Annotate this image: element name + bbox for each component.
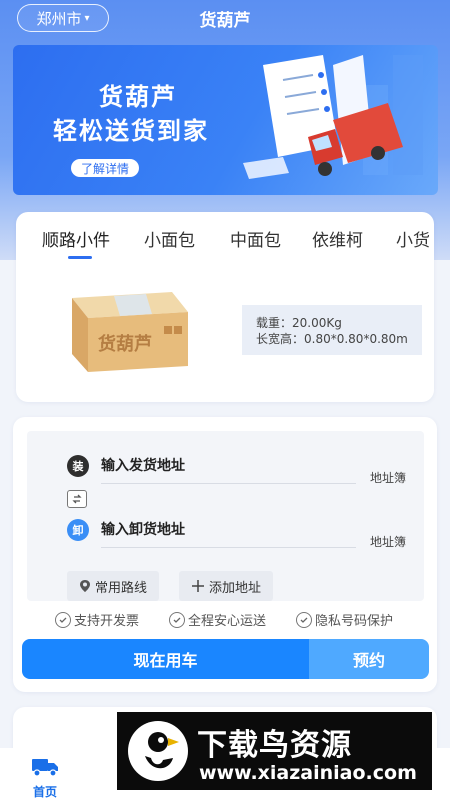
location-pin-icon [79, 579, 91, 593]
learn-more-button[interactable]: 了解详情 [71, 159, 140, 177]
banner-title: 货葫芦 [99, 83, 177, 111]
load-address-input[interactable]: 输入发货地址 [101, 455, 185, 475]
truck-icon [32, 759, 58, 777]
reserve-button[interactable]: 预约 [309, 639, 429, 679]
bird-logo-icon [128, 721, 188, 781]
tab-yiweike[interactable]: 依维柯 [312, 226, 363, 251]
vehicle-tabs: 顺路小件 小面包 中面包 依维柯 小货 [16, 226, 434, 266]
tab-home[interactable]: 首页 [22, 756, 68, 800]
divider [101, 483, 356, 484]
check-circle-icon [296, 611, 312, 628]
box-brand-text: 货葫芦 [98, 333, 152, 355]
check-circle-icon [55, 611, 71, 628]
check-circle-icon [169, 611, 185, 628]
order-card: 装 输入发货地址 地址簿 卸 输入卸货地址 地址簿 常用路线 添加地址 支持开发… [13, 417, 437, 692]
header: 郑州市 ▾ 货葫芦 [0, 0, 450, 40]
tab-shunlu-xiaojian[interactable]: 顺路小件 [42, 226, 110, 251]
feature-privacy-number: 隐私号码保护 [296, 610, 393, 629]
add-address-label: 添加地址 [209, 580, 262, 596]
plus-icon [191, 579, 205, 593]
tab-home-label: 首页 [32, 785, 57, 799]
watermark-title: 下载鸟资源 [197, 728, 352, 763]
truck-illustration-icon [243, 55, 423, 179]
page-title: 货葫芦 [199, 11, 251, 31]
tab-zhong-mianbao[interactable]: 中面包 [230, 226, 281, 251]
dimensions: 长宽高：0.80*0.80*0.80m [256, 332, 408, 346]
swap-icon [72, 494, 82, 504]
load-capacity: 载重：20.00Kg [256, 316, 342, 330]
swap-address-button[interactable] [67, 490, 87, 508]
load-address-book-link[interactable]: 地址簿 [370, 469, 406, 486]
tab-xiao-mianbao[interactable]: 小面包 [144, 226, 195, 251]
unload-badge: 卸 [67, 519, 89, 541]
use-car-now-button[interactable]: 现在用车 [22, 639, 309, 679]
package-box-icon: 货葫芦 [72, 292, 188, 372]
vehicle-selector-card: 顺路小件 小面包 中面包 依维柯 小货 货葫芦 载重：20.00Kg 长宽高：0… [16, 212, 434, 402]
load-badge: 装 [67, 455, 89, 477]
tab-xiao-huoche[interactable]: 小货 [396, 226, 430, 251]
promo-banner[interactable]: 货葫芦 轻松送货到家 了解详情 [13, 45, 438, 195]
active-tab-indicator [68, 256, 92, 259]
watermark-url: www.xiazainiao.com [199, 762, 417, 784]
action-bar: 现在用车 预约 [22, 639, 429, 679]
common-routes-label: 常用路线 [95, 580, 148, 596]
vehicle-spec-box: 载重：20.00Kg 长宽高：0.80*0.80*0.80m [242, 305, 422, 355]
add-address-button[interactable]: 添加地址 [179, 571, 274, 601]
unload-address-input[interactable]: 输入卸货地址 [101, 519, 185, 539]
unload-address-book-link[interactable]: 地址簿 [370, 533, 406, 550]
watermark-overlay: 下载鸟资源 www.xiazainiao.com [117, 712, 432, 790]
common-routes-button[interactable]: 常用路线 [67, 571, 160, 601]
feature-safe-delivery: 全程安心运送 [169, 610, 266, 629]
banner-subtitle: 轻松送货到家 [53, 117, 209, 145]
feature-invoice: 支持开发票 [55, 610, 139, 629]
address-panel: 装 输入发货地址 地址簿 卸 输入卸货地址 地址簿 常用路线 添加地址 [27, 431, 424, 601]
divider [101, 547, 356, 548]
service-features: 支持开发票 全程安心运送 隐私号码保护 [13, 610, 437, 630]
